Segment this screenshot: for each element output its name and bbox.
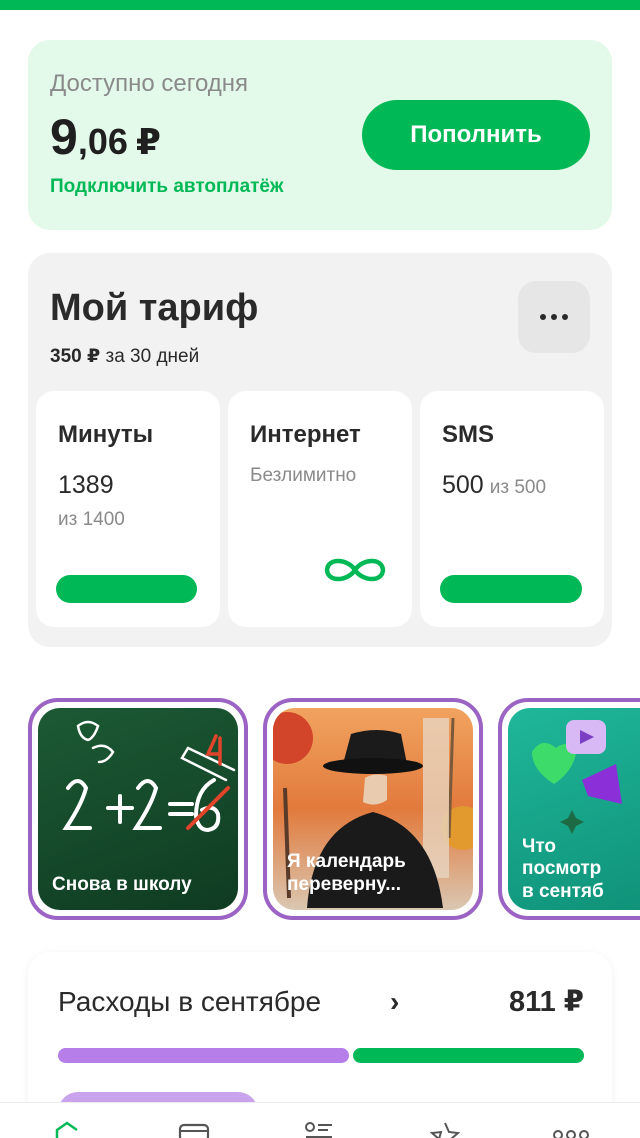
balance-amount-integer: 9 [50,109,78,165]
balance-currency: ₽ [135,121,161,162]
story-card[interactable]: Я календарь переверну... [263,698,483,920]
story-caption-line: в сентяб [522,880,604,902]
story-caption: Что посмотр в сентяб [522,836,604,903]
story-caption: Я календарь переверну... [287,851,406,895]
sms-remaining: 500 [442,471,484,499]
story-caption-line: посмотр [522,858,602,880]
more-dots-icon-dot [551,314,557,320]
tariff-card[interactable]: Мой тариф 350 ₽ за 30 дней Минуты 1389 и… [28,253,612,647]
minutes-progress-bar [56,575,197,603]
more-dots-icon-dot [562,314,568,320]
internet-tile[interactable]: Интернет Безлимитно [228,391,412,627]
star-icon[interactable] [430,1121,460,1138]
topup-button[interactable]: Пополнить [362,100,590,170]
internet-title: Интернет [250,421,361,448]
tariff-price: 350 ₽ за 30 дней [50,345,199,368]
chevron-right-icon: › [390,986,400,1017]
story-card[interactable]: Снова в школу [28,698,248,920]
balance-amount: 9,06 ₽ [50,108,161,166]
expenses-amount: 811 ₽ [508,986,584,1018]
stories-carousel[interactable]: Снова в школу Я календарь переверну... Ч… [0,698,640,920]
internet-value: Безлимитно [250,465,357,486]
story-image: Что посмотр в сентяб [508,708,640,910]
tariff-price-value: 350 ₽ [50,346,101,367]
more-options-button[interactable] [518,281,590,353]
tariff-period: за 30 дней [105,346,200,367]
more-dots-icon [540,314,546,320]
minutes-title: Минуты [58,421,154,448]
balance-card: Доступно сегодня 9,06 ₽ Подключить автопл… [28,40,612,230]
story-caption-line: Что [522,836,557,857]
balance-amount-fraction: ,06 [77,121,128,162]
expenses-title: Расходы в сентябре [58,986,322,1017]
story-card[interactable]: Что посмотр в сентяб [498,698,640,920]
story-image: Снова в школу [38,708,238,910]
infinity-icon [324,558,386,582]
expenses-segment [58,1048,349,1063]
balance-label: Доступно сегодня [50,70,249,97]
autopay-link[interactable]: Подключить автоплатёж [50,176,283,198]
more-icon[interactable] [552,1121,590,1138]
sms-tile[interactable]: SMS 500 из 500 [420,391,604,627]
tariff-title: Мой тариф [50,287,259,329]
sms-title: SMS [442,421,495,448]
sms-total: из 500 [489,477,547,498]
story-caption: Снова в школу [52,873,192,895]
home-icon[interactable] [54,1121,80,1138]
services-list-icon[interactable] [304,1121,336,1138]
sms-progress-bar [440,575,582,603]
sms-value: 500 из 500 [442,471,546,500]
expenses-segment [353,1048,584,1063]
status-strip [0,0,640,10]
wallet-icon[interactable] [178,1121,210,1138]
story-image: Я календарь переверну... [273,708,473,910]
minutes-value: 1389 [58,471,114,499]
minutes-tile[interactable]: Минуты 1389 из 1400 [36,391,220,627]
bottom-navigation [0,1102,640,1138]
minutes-total: из 1400 [58,509,125,530]
